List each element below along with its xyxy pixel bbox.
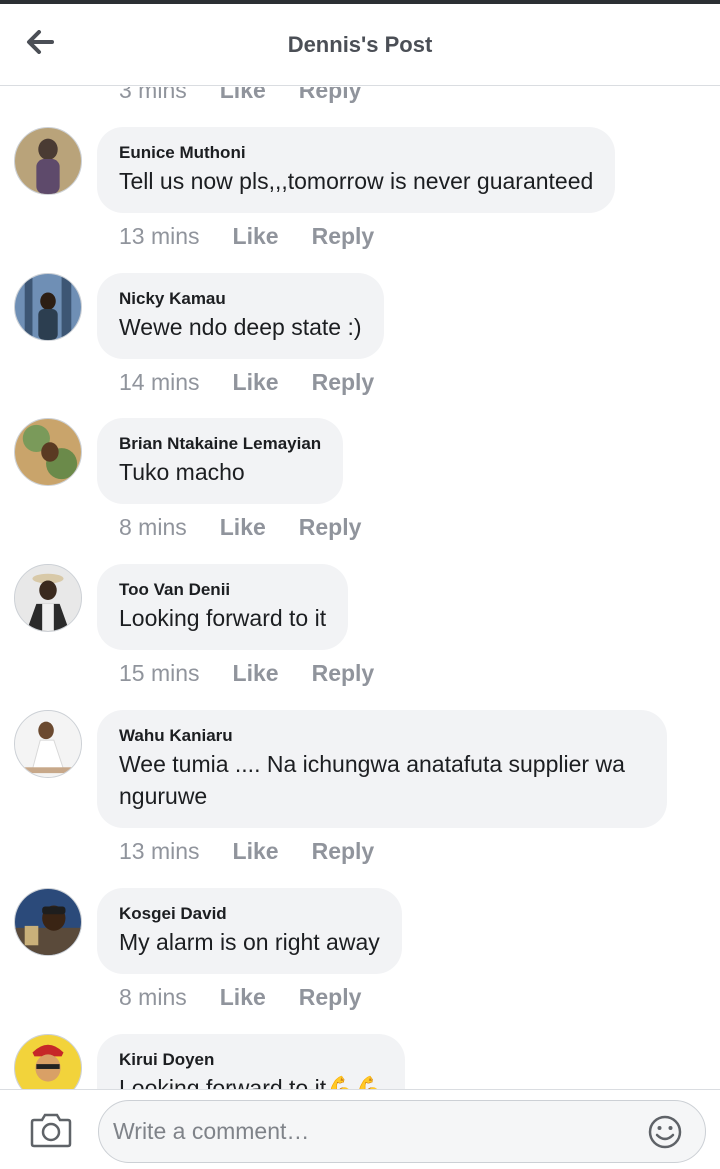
comment-author[interactable]: Too Van Denii [119, 580, 326, 600]
comment-text: Looking forward to it💪💪 [119, 1072, 383, 1089]
reply-button[interactable]: Reply [299, 984, 362, 1011]
comment-meta: 13 mins Like Reply [119, 223, 407, 250]
avatar[interactable] [14, 710, 82, 778]
comment-time: 8 mins [119, 984, 187, 1010]
comment-bubble[interactable]: Kosgei David My alarm is on right away [97, 888, 402, 974]
flexed-arm-emoji: 💪💪 [326, 1075, 384, 1089]
comment-author[interactable]: Kirui Doyen [119, 1050, 383, 1070]
comment-bubble[interactable]: Wahu Kaniaru Wee tumia .... Na ichungwa … [97, 710, 667, 828]
avatar[interactable] [14, 418, 82, 486]
comment-bubble[interactable]: Brian Ntakaine Lemayian Tuko macho [97, 418, 344, 504]
avatar[interactable] [14, 564, 82, 632]
reply-button[interactable]: Reply [312, 223, 375, 250]
clipped-comment-meta: 3 mins Like Reply [119, 87, 394, 103]
comment-bubble[interactable]: Too Van Denii Looking forward to it [97, 564, 349, 650]
reply-button[interactable]: Reply [312, 660, 375, 687]
comment-author[interactable]: Eunice Muthoni [119, 143, 593, 163]
header: Dennis's Post [0, 4, 720, 86]
comment-bubble[interactable]: Nicky Kamau Wewe ndo deep state :) [97, 273, 384, 359]
comment-time: 3 mins [119, 87, 187, 103]
reply-button[interactable]: Reply [299, 514, 362, 541]
avatar[interactable] [14, 127, 82, 195]
comment-input[interactable] [98, 1100, 706, 1163]
comment-feed[interactable]: 3 mins Like Reply Eunice Muthoni Tell us… [0, 87, 720, 1089]
comment-bubble[interactable]: Eunice Muthoni Tell us now pls,,,tomorro… [97, 127, 616, 213]
comment-meta: 8 mins Like Reply [119, 984, 394, 1011]
comment-time: 8 mins [119, 514, 187, 540]
like-button[interactable]: Like [233, 223, 279, 250]
comment-text: Tuko macho [119, 459, 245, 485]
comment-bubble[interactable]: Kirui Doyen Looking forward to it💪💪 [97, 1034, 406, 1089]
like-button[interactable]: Like [233, 369, 279, 396]
comment-composer [0, 1089, 720, 1169]
comment-text: Wee tumia .... Na ichungwa anatafuta sup… [119, 751, 625, 809]
comment-meta: 14 mins Like Reply [119, 369, 407, 396]
avatar[interactable] [14, 273, 82, 341]
comment-author[interactable]: Wahu Kaniaru [119, 726, 645, 746]
camera-button[interactable] [30, 1110, 72, 1148]
comment-time: 15 mins [119, 660, 200, 686]
avatar[interactable] [14, 888, 82, 956]
smiley-icon [648, 1115, 682, 1149]
comment-meta: 8 mins Like Reply [119, 514, 394, 541]
comment-text: Wewe ndo deep state :) [119, 314, 362, 340]
comment-time: 14 mins [119, 369, 200, 395]
reply-button[interactable]: Reply [312, 838, 375, 865]
comment-meta: 13 mins Like Reply [119, 838, 407, 865]
like-button[interactable]: Like [233, 838, 279, 865]
comment-text: My alarm is on right away [119, 929, 380, 955]
like-button[interactable]: Like [220, 514, 266, 541]
comment-meta: 15 mins Like Reply [119, 660, 407, 687]
like-button[interactable]: Like [220, 87, 266, 103]
avatar[interactable] [14, 1034, 82, 1089]
comment-text: Looking forward to it [119, 605, 327, 631]
comment-time: 13 mins [119, 838, 200, 864]
comment-author[interactable]: Nicky Kamau [119, 289, 362, 309]
emoji-button[interactable] [647, 1114, 683, 1150]
like-button[interactable]: Like [233, 660, 279, 687]
comment-author[interactable]: Kosgei David [119, 904, 380, 924]
comment-text: Tell us now pls,,,tomorrow is never guar… [119, 168, 594, 194]
like-button[interactable]: Like [220, 984, 266, 1011]
reply-button[interactable]: Reply [312, 369, 375, 396]
page-title: Dennis's Post [287, 32, 433, 57]
camera-icon [30, 1113, 72, 1148]
comment-time: 13 mins [119, 223, 200, 249]
comment-author[interactable]: Brian Ntakaine Lemayian [119, 434, 321, 454]
reply-button[interactable]: Reply [299, 87, 362, 103]
